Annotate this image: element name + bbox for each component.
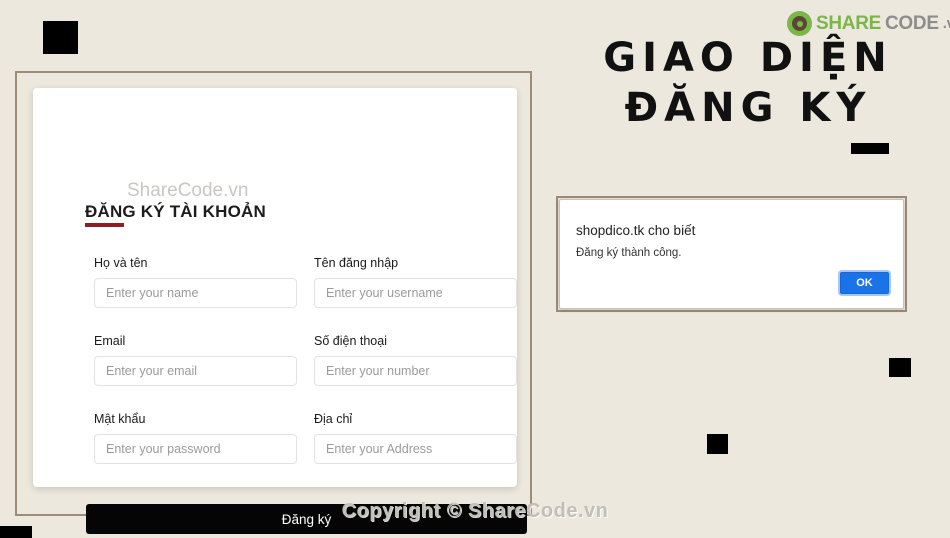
dialog-ok-button[interactable]: OK: [840, 272, 889, 294]
form-row: Mật khẩu Địa chỉ: [94, 412, 526, 464]
field-label-username: Tên đăng nhập: [314, 256, 399, 270]
field-fullname: Họ và tên: [94, 256, 297, 308]
password-input[interactable]: [94, 434, 297, 464]
page-title: ĐĂNG KÝ TÀI KHOẢN: [85, 202, 266, 221]
username-input[interactable]: [314, 278, 517, 308]
address-input[interactable]: [314, 434, 517, 464]
logo-text-code: CODE: [885, 12, 939, 34]
field-label-fullname: Họ và tên: [94, 256, 148, 270]
field-label-email: Email: [94, 334, 126, 348]
form-row: Họ và tên Tên đăng nhập: [94, 256, 526, 308]
phone-input[interactable]: [314, 356, 517, 386]
decor-square-bottom-left: [0, 526, 32, 538]
field-phone: Số điện thoại: [314, 334, 517, 386]
card-watermark: ShareCode.vn: [127, 180, 249, 201]
field-label-address: Địa chỉ: [314, 412, 353, 426]
alert-dialog: shopdico.tk cho biết Đăng ký thành công.…: [559, 199, 904, 309]
hero-title-line-2: ĐĂNG KÝ: [624, 85, 872, 131]
hero-title-line-1: GIAO DIỆN: [603, 35, 893, 81]
email-input[interactable]: [94, 356, 297, 386]
field-username: Tên đăng nhập: [314, 256, 517, 308]
logo-text-tld: .vn: [942, 15, 950, 32]
decor-square-bottom: [707, 434, 728, 454]
fullname-input[interactable]: [94, 278, 297, 308]
field-email: Email: [94, 334, 297, 386]
decor-square-right: [889, 358, 911, 377]
footer-watermark: Copyright © ShareCode.vn: [341, 500, 609, 522]
decor-square-top-left: [43, 21, 78, 54]
dialog-title: shopdico.tk cho biết: [576, 223, 696, 238]
field-password: Mật khẩu: [94, 412, 297, 464]
heading-underline-accent: [85, 223, 124, 227]
hero-title: GIAO DIỆN ĐĂNG KÝ: [548, 33, 948, 133]
field-address: Địa chỉ: [314, 412, 517, 464]
form-row: Email Số điện thoại: [94, 334, 526, 386]
decor-bar-right: [851, 143, 889, 154]
logo-text-share: SHARE: [816, 12, 882, 34]
dialog-message: Đăng ký thành công.: [576, 247, 682, 259]
field-label-password: Mật khẩu: [94, 412, 146, 426]
registration-card: ShareCode.vn ĐĂNG KÝ TÀI KHOẢN Họ và tên…: [33, 88, 527, 534]
field-label-phone: Số điện thoại: [314, 334, 387, 348]
page-root: SHARECODE.vn GIAO DIỆN ĐĂNG KÝ ShareCode…: [0, 0, 950, 538]
registration-form: Họ và tên Tên đăng nhập Email Số điện th…: [94, 256, 526, 490]
